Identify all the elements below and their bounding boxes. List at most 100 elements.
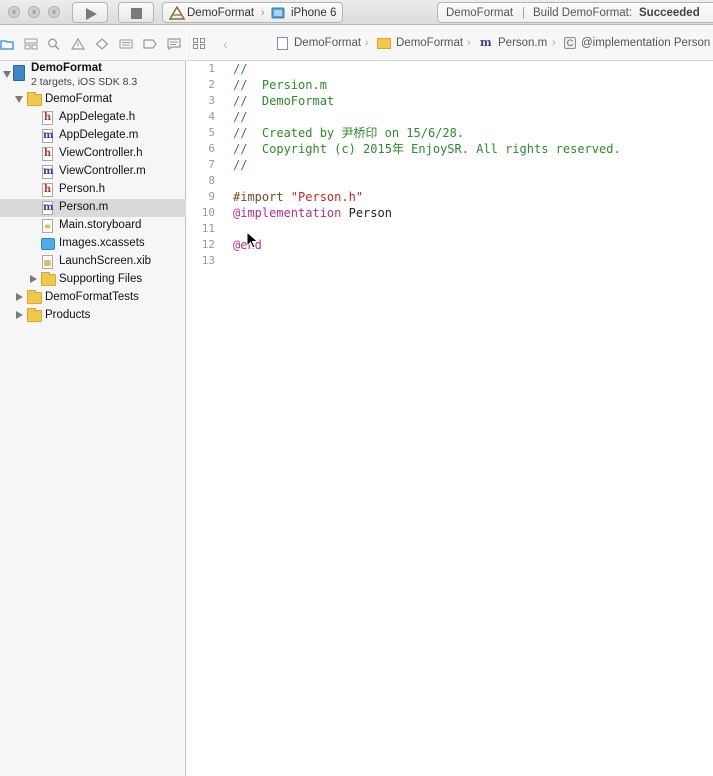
preprocessor-token: #import xyxy=(233,190,291,204)
grid-icon[interactable] xyxy=(193,38,206,50)
test-navigator-icon[interactable] xyxy=(95,38,109,50)
folder-icon xyxy=(41,272,56,286)
navigator-tab-bar xyxy=(0,25,186,61)
stop-button[interactable] xyxy=(118,2,154,23)
scheme-chevron-icon: › xyxy=(261,7,265,19)
code-line[interactable]: 5 // Created by 尹桥印 on 15/6/28. xyxy=(187,125,713,141)
code-line[interactable]: 7 // xyxy=(187,157,713,173)
line-number: 10 xyxy=(201,206,215,219)
line-number: 13 xyxy=(201,254,215,267)
report-navigator-icon[interactable] xyxy=(167,38,181,50)
navigator-item-images-xcassets[interactable]: Images.xcassets xyxy=(0,235,186,253)
folder-icon xyxy=(27,92,42,106)
line-number: 5 xyxy=(208,126,215,139)
activity-separator: | xyxy=(522,7,525,19)
navigator-item-viewcontroller-h[interactable]: h ViewController.h xyxy=(0,145,186,163)
disclosure-open-icon[interactable] xyxy=(3,71,11,78)
line-text: // Created by 尹桥印 on 15/6/28. xyxy=(233,126,465,140)
line-text: // DemoFormat xyxy=(233,94,335,108)
zoom-window-button[interactable] xyxy=(48,6,60,18)
navigator-item-launchscreen-xib[interactable]: ▦ LaunchScreen.xib xyxy=(0,253,186,271)
disclosure-closed-icon[interactable] xyxy=(30,275,37,283)
project-file-icon xyxy=(13,65,25,81)
navigator-item-person-h[interactable]: h Person.h xyxy=(0,181,186,199)
close-window-button[interactable] xyxy=(8,6,20,18)
scheme-device-label: iPhone 6 xyxy=(291,7,337,19)
code-line[interactable]: 3 // DemoFormat xyxy=(187,93,713,109)
line-number: 2 xyxy=(208,78,215,91)
issue-navigator-icon[interactable] xyxy=(71,38,85,50)
code-line[interactable]: 4 // xyxy=(187,109,713,125)
navigator-item-label: AppDelegate.m xyxy=(59,129,139,141)
back-arrow-icon[interactable]: ‹ xyxy=(223,36,228,52)
navigator-item-demoformattests[interactable]: DemoFormatTests xyxy=(0,289,186,307)
navigator-item-label: Person.m xyxy=(59,201,109,213)
code-line[interactable]: 1 // xyxy=(187,61,713,77)
navigator-item-person-m[interactable]: m Person.m xyxy=(0,199,186,217)
line-text: // Copyright (c) 2015年 EnjoySR. All righ… xyxy=(233,142,621,156)
jumpbar-crumb-symbol[interactable]: @implementation Person xyxy=(581,37,710,49)
disclosure-open-icon[interactable] xyxy=(15,96,23,103)
navigator-item-supporting-files[interactable]: Supporting Files xyxy=(0,271,186,289)
navigator-item-label: LaunchScreen.xib xyxy=(59,255,152,267)
navigator-item-label: Person.h xyxy=(59,183,106,195)
line-text: // Persion.m xyxy=(233,78,327,92)
navigator-item-appdelegate-h[interactable]: h AppDelegate.h xyxy=(0,109,186,127)
string-token: "Person.h" xyxy=(290,190,364,204)
project-subtitle: 2 targets, iOS SDK 8.3 xyxy=(31,76,138,88)
simulator-icon xyxy=(271,7,285,19)
line-number: 9 xyxy=(208,190,215,203)
breakpoint-navigator-icon[interactable] xyxy=(143,38,157,50)
storyboard-icon: ≡ xyxy=(42,219,53,233)
line-number: 11 xyxy=(201,222,215,235)
project-root-row[interactable]: DemoFormat 2 targets, iOS SDK 8.3 xyxy=(0,61,186,89)
navigator-item-viewcontroller-m[interactable]: m ViewController.m xyxy=(0,163,186,181)
symbol-navigator-icon[interactable] xyxy=(24,38,38,50)
jumpbar-crumb-file[interactable]: Person.m xyxy=(498,37,547,49)
mouse-pointer-icon xyxy=(246,231,259,249)
keyword-token: @implementation xyxy=(233,206,342,220)
header-file-icon: h xyxy=(42,147,53,161)
activity-view: DemoFormat | Build DemoFormat: Succeeded xyxy=(437,2,713,23)
code-line[interactable]: 2 // Persion.m xyxy=(187,77,713,93)
run-icon xyxy=(86,8,97,20)
debug-navigator-icon[interactable] xyxy=(119,38,133,50)
minimize-window-button[interactable] xyxy=(28,6,40,18)
implementation-file-icon: m xyxy=(42,165,54,179)
jumpbar-crumb-project[interactable]: DemoFormat xyxy=(294,37,361,49)
implementation-file-icon: m xyxy=(42,129,54,143)
line-text: // xyxy=(233,110,248,124)
line-number: 4 xyxy=(208,110,215,123)
disclosure-closed-icon[interactable] xyxy=(16,311,23,319)
activity-status-prefix: Build DemoFormat: xyxy=(533,7,633,19)
line-text: // xyxy=(233,62,248,76)
scheme-selector[interactable]: DemoFormat › iPhone 6 xyxy=(162,2,343,23)
code-line[interactable]: 6 // Copyright (c) 2015年 EnjoySR. All rig… xyxy=(187,141,713,157)
search-navigator-icon[interactable] xyxy=(47,38,61,50)
activity-status-value: Succeeded xyxy=(639,7,700,19)
line-text: // xyxy=(233,158,248,172)
source-editor[interactable]: 1 // 2 // Persion.m 3 // DemoFormat 4 // 5 //… xyxy=(187,61,713,776)
code-line[interactable]: 10 @implementation Person xyxy=(187,205,713,221)
implementation-file-icon: m xyxy=(480,36,492,49)
code-line[interactable]: 9 #import "Person.h" xyxy=(187,189,713,205)
run-button[interactable] xyxy=(72,2,108,23)
navigator-item-label: ViewController.h xyxy=(59,147,143,159)
navigator-item-main-storyboard[interactable]: ≡ Main.storyboard xyxy=(0,217,186,235)
project-navigator-icon[interactable] xyxy=(0,38,14,50)
code-line[interactable]: 12@end xyxy=(187,237,713,253)
jumpbar-crumb-group[interactable]: DemoFormat xyxy=(396,37,463,49)
scheme-project-label: DemoFormat xyxy=(187,7,255,19)
jump-bar: ‹ DemoFormat › DemoFormat › m Person.m ›… xyxy=(187,25,713,61)
xcode-app-icon xyxy=(169,6,185,20)
disclosure-closed-icon[interactable] xyxy=(16,293,23,301)
asset-catalog-icon xyxy=(41,238,55,250)
navigator-item-products[interactable]: Products xyxy=(0,307,186,325)
code-line[interactable]: 13 xyxy=(187,253,713,269)
code-line[interactable]: 8 xyxy=(187,173,713,189)
navigator-item-appdelegate-m[interactable]: m AppDelegate.m xyxy=(0,127,186,145)
code-line[interactable]: 11 xyxy=(187,221,713,237)
navigator-item-demoformat-group[interactable]: DemoFormat xyxy=(0,91,186,109)
project-name: DemoFormat xyxy=(31,62,102,74)
header-file-icon: h xyxy=(42,111,53,125)
